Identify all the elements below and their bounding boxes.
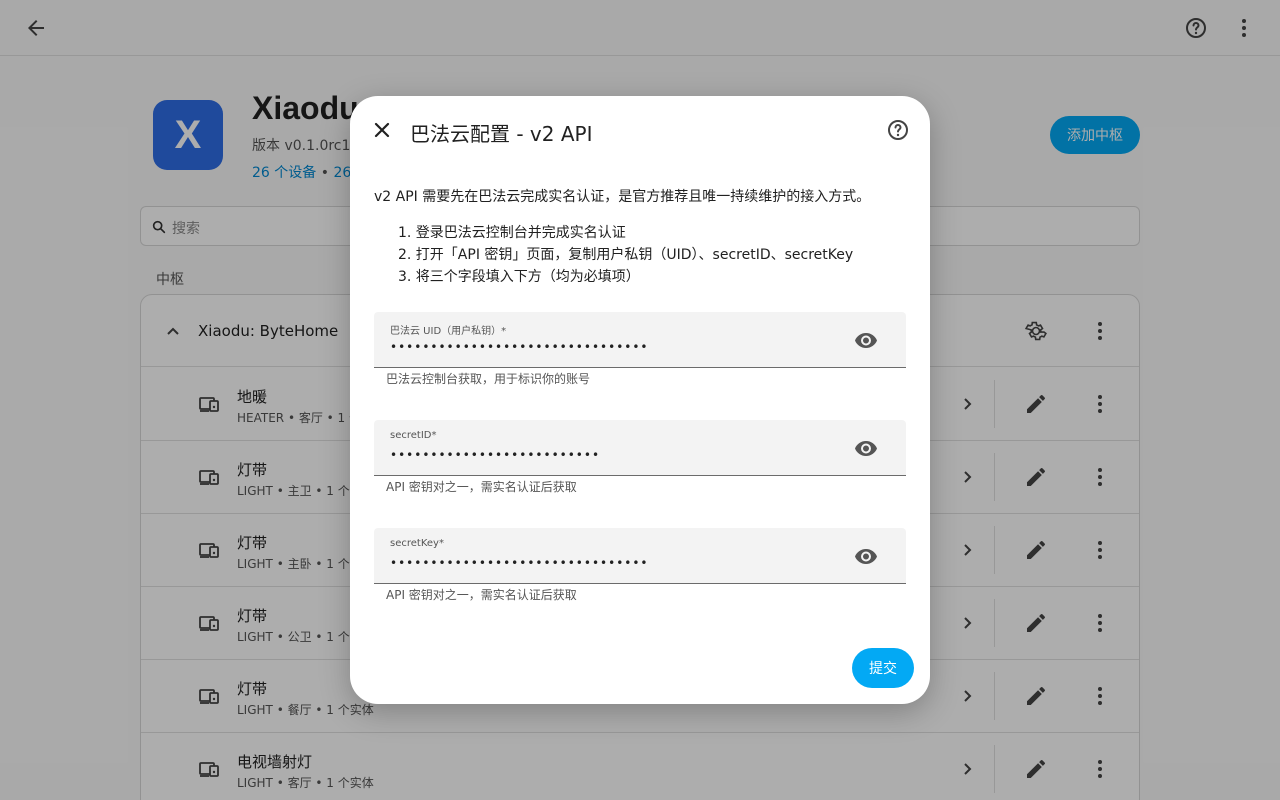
uid-helper-text: 巴法云控制台获取，用于标识你的账号 bbox=[386, 372, 591, 386]
setup-step: 2. 打开「API 密钥」页面，复制用户私钥（UID）、secretID、sec… bbox=[398, 247, 854, 263]
eye-icon[interactable] bbox=[854, 544, 878, 568]
secret-id-label: secretID* bbox=[390, 430, 437, 441]
secret-key-label: secretKey* bbox=[390, 538, 444, 549]
eye-icon[interactable] bbox=[854, 436, 878, 460]
uid-field-label: 巴法云 UID（用户私钥）* bbox=[390, 326, 507, 337]
eye-icon[interactable] bbox=[854, 328, 878, 352]
secret-id-helper-text: API 密钥对之一，需实名认证后获取 bbox=[386, 480, 577, 494]
secret-key-helper-text: API 密钥对之一，需实名认证后获取 bbox=[386, 588, 577, 602]
dialog-intro: v2 API 需要先在巴法云完成实名认证，是官方推荐且唯一持续维护的接入方式。 bbox=[374, 189, 871, 205]
setup-step: 3. 将三个字段填入下方（均为必填项） bbox=[398, 269, 640, 285]
close-icon[interactable] bbox=[370, 118, 394, 142]
uid-input[interactable] bbox=[390, 338, 810, 356]
uid-field[interactable]: 巴法云 UID（用户私钥）* bbox=[374, 312, 906, 368]
setup-steps: 1. 登录巴法云控制台并完成实名认证 2. 打开「API 密钥」页面，复制用户私… bbox=[398, 222, 853, 288]
config-dialog: 巴法云配置 - v2 API v2 API 需要先在巴法云完成实名认证，是官方推… bbox=[350, 96, 930, 704]
dialog-title: 巴法云配置 - v2 API bbox=[410, 122, 593, 146]
submit-button[interactable]: 提交 bbox=[852, 648, 914, 688]
secret-key-field[interactable]: secretKey* bbox=[374, 528, 906, 584]
secret-key-input[interactable] bbox=[390, 554, 810, 572]
help-circle-icon[interactable] bbox=[886, 118, 910, 142]
secret-id-field[interactable]: secretID* bbox=[374, 420, 906, 476]
setup-step: 1. 登录巴法云控制台并完成实名认证 bbox=[398, 225, 626, 241]
secret-id-input[interactable] bbox=[390, 446, 810, 464]
